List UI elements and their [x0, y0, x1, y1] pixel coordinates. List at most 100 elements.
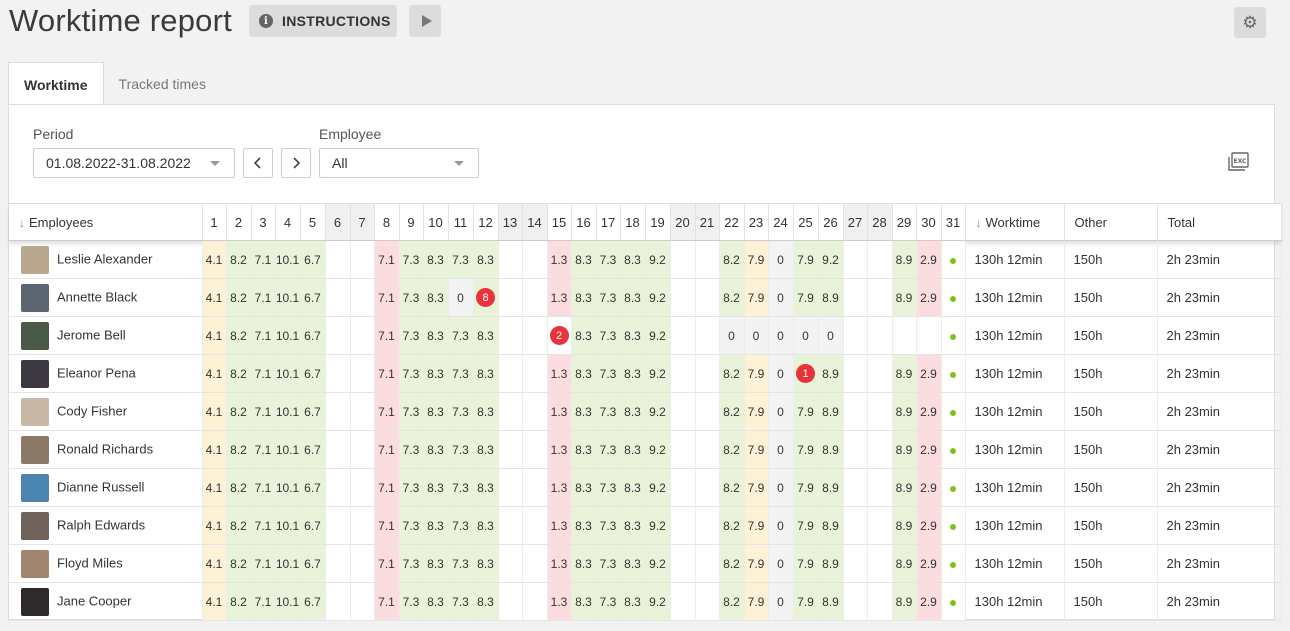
- day-cell[interactable]: 10.1: [275, 430, 301, 469]
- day-cell[interactable]: [867, 582, 893, 621]
- day-cell[interactable]: 8.2: [719, 392, 745, 431]
- day-header[interactable]: 23: [744, 203, 769, 241]
- day-cell[interactable]: 7.3: [448, 430, 474, 469]
- warning-badge[interactable]: 1: [796, 364, 815, 383]
- day-cell[interactable]: 9.2: [818, 240, 844, 279]
- day-cell[interactable]: [350, 544, 375, 583]
- day-cell[interactable]: 2.9: [916, 582, 942, 621]
- day-cell[interactable]: 8.2: [226, 506, 252, 545]
- day-cell[interactable]: 10.1: [275, 506, 301, 545]
- day-cell[interactable]: [695, 240, 720, 279]
- day-cell[interactable]: 7.3: [399, 468, 424, 507]
- day-cell[interactable]: 2.9: [916, 240, 942, 279]
- day-cell[interactable]: 7.9: [793, 278, 819, 317]
- day-cell[interactable]: 7.3: [399, 240, 424, 279]
- day-cell[interactable]: 8.3: [620, 430, 646, 469]
- day-cell[interactable]: 0: [448, 278, 474, 317]
- day-cell[interactable]: 7.1: [374, 278, 400, 317]
- day-cell[interactable]: 9.2: [645, 544, 671, 583]
- day-cell[interactable]: 0: [768, 354, 794, 393]
- day-cell[interactable]: 8.3: [571, 468, 597, 507]
- day-cell[interactable]: 8.3: [620, 582, 646, 621]
- day-header[interactable]: 30: [916, 203, 942, 241]
- day-cell[interactable]: [498, 430, 523, 469]
- day-cell[interactable]: 8.2: [226, 392, 252, 431]
- table-row[interactable]: Annette Black 4.1 8.2 7.1 10.1 6.7 7.1 7.3 8.3 0 8…: [9, 278, 1282, 317]
- employee-cell[interactable]: Leslie Alexander: [9, 240, 203, 279]
- day-cell[interactable]: 0: [768, 278, 794, 317]
- day-cell[interactable]: 8.3: [473, 240, 499, 279]
- day-header[interactable]: 26: [818, 203, 844, 241]
- day-cell[interactable]: 10.1: [275, 240, 301, 279]
- day-cell[interactable]: 8.9: [892, 582, 917, 621]
- day-cell[interactable]: 8.9: [892, 506, 917, 545]
- day-cell[interactable]: 8.2: [226, 430, 252, 469]
- day-header[interactable]: 5: [300, 203, 326, 241]
- day-cell[interactable]: 1.3: [547, 544, 572, 583]
- day-cell[interactable]: 8.9: [892, 544, 917, 583]
- day-cell[interactable]: 9.2: [645, 354, 671, 393]
- day-cell[interactable]: 7.9: [793, 392, 819, 431]
- day-header[interactable]: 25: [793, 203, 819, 241]
- day-cell[interactable]: 6.7: [300, 392, 326, 431]
- instructions-button[interactable]: i INSTRUCTIONS: [249, 5, 397, 37]
- day-cell[interactable]: 7.1: [251, 240, 276, 279]
- day-cell[interactable]: [522, 392, 548, 431]
- day-cell[interactable]: 1.3: [547, 392, 572, 431]
- day-cell[interactable]: 7.3: [399, 392, 424, 431]
- day-cell[interactable]: 8.3: [571, 430, 597, 469]
- day-cell[interactable]: 7.3: [596, 582, 621, 621]
- day-cell[interactable]: 0: [768, 430, 794, 469]
- day-cell[interactable]: 2.9: [916, 544, 942, 583]
- day-cell[interactable]: 7.3: [399, 430, 424, 469]
- day-cell[interactable]: 8: [473, 278, 499, 317]
- day-cell[interactable]: 8.3: [473, 544, 499, 583]
- day-cell[interactable]: [695, 582, 720, 621]
- day-cell[interactable]: 7.1: [374, 316, 400, 355]
- day-cell[interactable]: [350, 240, 375, 279]
- day-header[interactable]: 3: [251, 203, 276, 241]
- day-cell[interactable]: [522, 240, 548, 279]
- day-cell[interactable]: 8.3: [620, 468, 646, 507]
- day-cell[interactable]: [498, 468, 523, 507]
- day-cell[interactable]: 8.3: [571, 544, 597, 583]
- day-cell[interactable]: [325, 468, 351, 507]
- employee-cell[interactable]: Cody Fisher: [9, 392, 203, 431]
- day-cell[interactable]: [843, 430, 868, 469]
- day-cell[interactable]: 8.2: [719, 354, 745, 393]
- day-cell[interactable]: 7.1: [374, 506, 400, 545]
- day-header[interactable]: 27: [843, 203, 868, 241]
- day-cell[interactable]: [941, 354, 966, 393]
- day-cell[interactable]: [867, 544, 893, 583]
- day-cell[interactable]: [670, 468, 696, 507]
- day-cell[interactable]: [325, 316, 351, 355]
- day-cell[interactable]: 7.3: [596, 354, 621, 393]
- day-header[interactable]: 29: [892, 203, 917, 241]
- day-cell[interactable]: 1.3: [547, 278, 572, 317]
- day-cell[interactable]: [522, 316, 548, 355]
- day-cell[interactable]: 7.3: [596, 392, 621, 431]
- day-cell[interactable]: 8.3: [620, 506, 646, 545]
- day-cell[interactable]: 6.7: [300, 468, 326, 507]
- day-cell[interactable]: 6.7: [300, 278, 326, 317]
- day-cell[interactable]: [843, 506, 868, 545]
- day-cell[interactable]: 8.3: [473, 468, 499, 507]
- day-cell[interactable]: 7.1: [374, 392, 400, 431]
- day-cell[interactable]: [941, 316, 966, 355]
- employee-cell[interactable]: Eleanor Pena: [9, 354, 203, 393]
- day-header[interactable]: 28: [867, 203, 893, 241]
- day-cell[interactable]: 1.3: [547, 468, 572, 507]
- day-cell[interactable]: [670, 354, 696, 393]
- table-row[interactable]: Eleanor Pena 4.1 8.2 7.1 10.1 6.7 7.1 7.3 8.3 7.3…: [9, 354, 1282, 393]
- day-cell[interactable]: 8.9: [818, 544, 844, 583]
- excel-export-button[interactable]: EXC: [1228, 152, 1250, 172]
- day-cell[interactable]: 8.2: [226, 316, 252, 355]
- day-cell[interactable]: 7.3: [448, 544, 474, 583]
- day-cell[interactable]: [867, 392, 893, 431]
- day-cell[interactable]: 7.3: [399, 316, 424, 355]
- day-cell[interactable]: 2.9: [916, 506, 942, 545]
- table-row[interactable]: Cody Fisher 4.1 8.2 7.1 10.1 6.7 7.1 7.3 8.3 7.3 8…: [9, 392, 1282, 431]
- day-header[interactable]: 19: [645, 203, 671, 241]
- day-cell[interactable]: 8.3: [423, 240, 449, 279]
- day-cell[interactable]: 1.3: [547, 582, 572, 621]
